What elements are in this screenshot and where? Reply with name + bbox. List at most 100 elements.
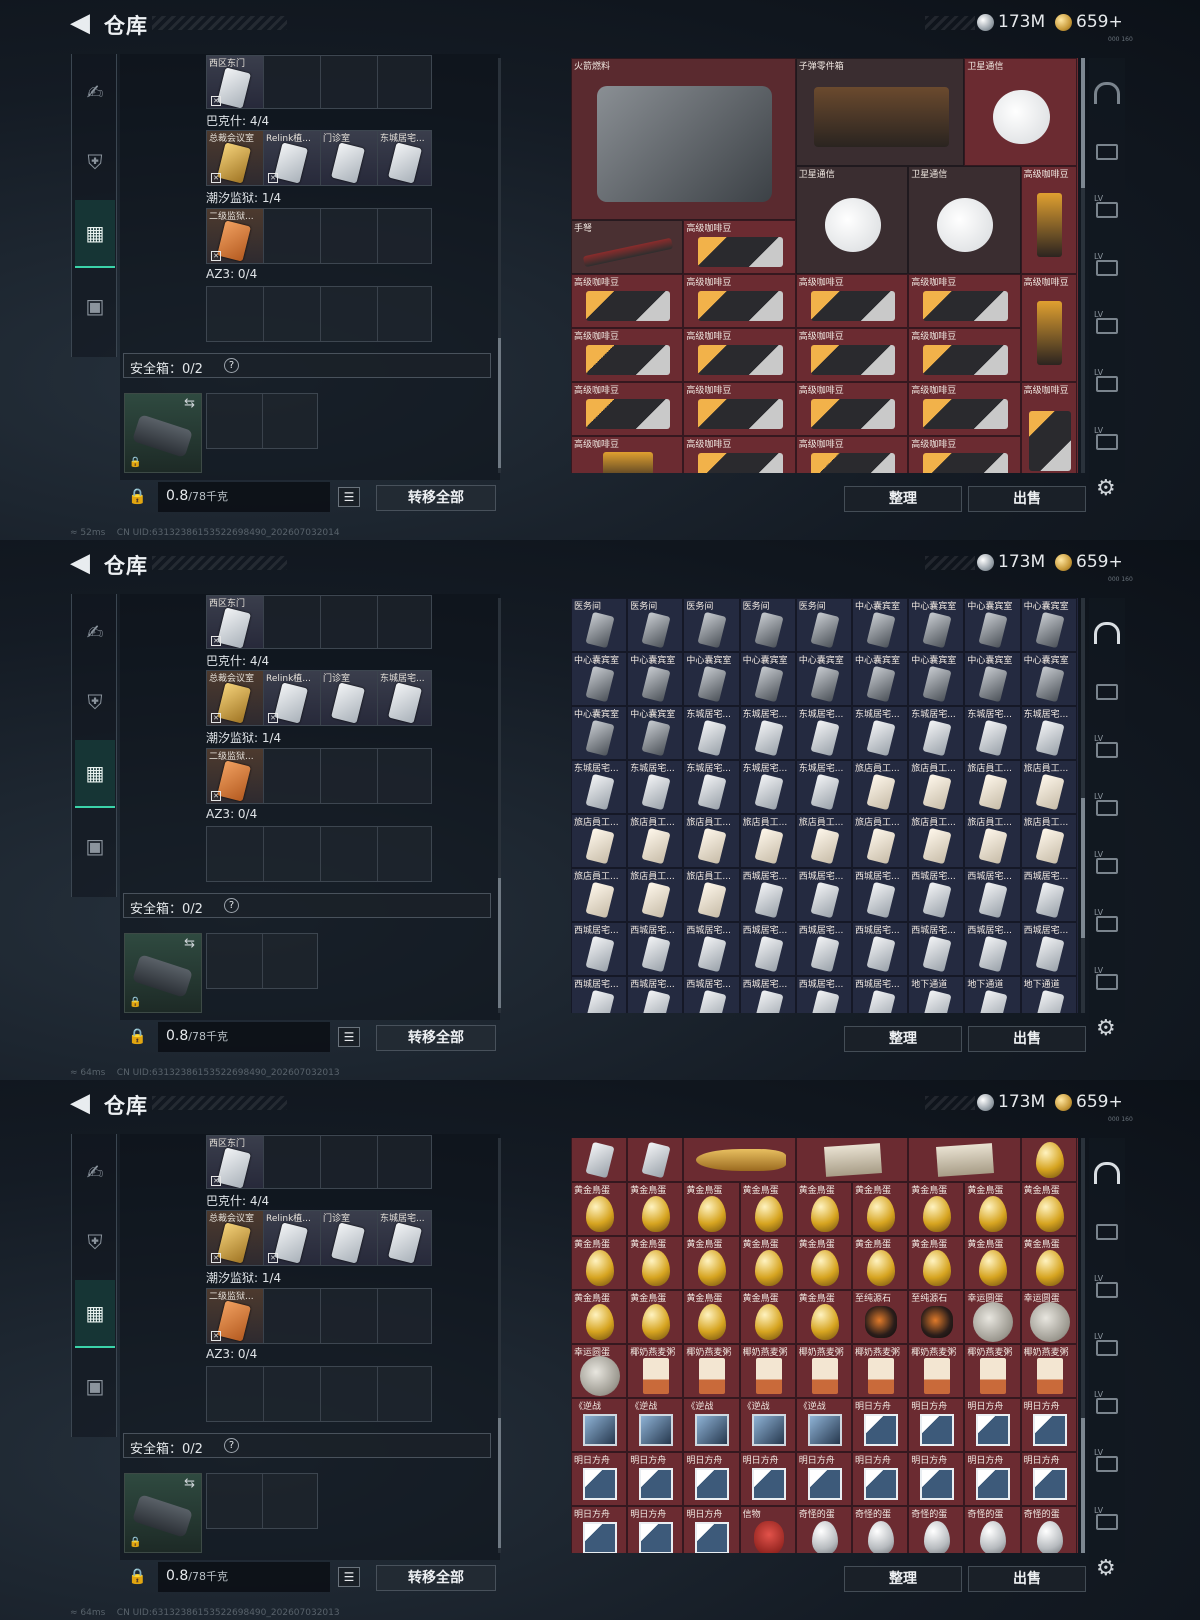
stash-item-cell[interactable]: 黄金鳥蛋 xyxy=(683,1290,740,1344)
stash-item-cell[interactable]: 明日方舟 xyxy=(571,1506,628,1553)
stash-item-cell[interactable]: 旅店員工... xyxy=(627,814,684,868)
empty-cell[interactable] xyxy=(264,1289,321,1343)
stash-item-cell[interactable]: 明日方舟 xyxy=(1020,1452,1077,1506)
stash-page-icon[interactable]: LV xyxy=(1092,1496,1122,1546)
stash-item-cell[interactable]: 明日方舟 xyxy=(1020,1398,1077,1452)
stash-page-icon[interactable]: LV xyxy=(1092,300,1122,350)
stash-page-icon[interactable]: LV xyxy=(1092,358,1122,408)
item-cell[interactable]: 总裁会议室 ✕ xyxy=(207,1211,264,1265)
stash-item-cell[interactable]: 旅店員工... xyxy=(739,814,796,868)
stash-item-cell[interactable]: 旅店員工... xyxy=(1020,814,1077,868)
stash-item-cell[interactable]: 火箭燃料 xyxy=(571,58,796,220)
help-icon[interactable]: ? xyxy=(224,358,239,373)
stash-item-cell[interactable]: 幸运圆蛋 xyxy=(964,1290,1021,1344)
stash-item-cell[interactable]: 高级咖啡豆 xyxy=(908,328,1021,382)
stash-page-icon[interactable] xyxy=(1092,126,1122,176)
sort-button[interactable]: 整理 xyxy=(844,486,962,512)
stash-item-cell[interactable]: 旅店員工... xyxy=(964,760,1021,814)
stash-item-cell[interactable]: 中心囊宾室 xyxy=(1020,652,1077,706)
item-cell[interactable]: 二级监狱... ✕ xyxy=(207,209,264,263)
stash-item-cell[interactable]: 椰奶燕麦粥 xyxy=(627,1344,684,1398)
stash-item-cell[interactable]: 黄金鳥蛋 xyxy=(1020,1236,1077,1290)
weapon-tab-icon[interactable]: ✍ xyxy=(75,58,115,126)
swap-icon[interactable]: ⇆ xyxy=(184,396,195,411)
stash-item-cell[interactable]: 奇怪的蛋 xyxy=(852,1506,909,1553)
item-cell[interactable]: 西区东门 ✕ xyxy=(207,596,264,648)
stash-item-cell[interactable]: 西城居宅... xyxy=(795,976,852,1013)
sell-button[interactable]: 出售 xyxy=(968,486,1086,512)
empty-cell[interactable] xyxy=(321,596,378,648)
stash-item-cell[interactable]: 黄金鳥蛋 xyxy=(964,1182,1021,1236)
transfer-all-button[interactable]: 转移全部 xyxy=(376,1025,496,1051)
stash-item-cell[interactable]: 高级咖啡豆 xyxy=(683,328,796,382)
stash-item-cell[interactable]: 明日方舟 xyxy=(964,1398,1021,1452)
stash-item-cell[interactable]: 《逆战 xyxy=(571,1398,628,1452)
stash-item-cell[interactable]: 明日方舟 xyxy=(964,1452,1021,1506)
stash-item-cell[interactable] xyxy=(908,1138,1021,1182)
stash-item-cell[interactable]: 椰奶燕麦粥 xyxy=(683,1344,740,1398)
sell-button[interactable]: 出售 xyxy=(968,1566,1086,1592)
stash-item-cell[interactable]: 卫星通信 xyxy=(795,166,909,274)
stash-item-cell[interactable]: 黄金鳥蛋 xyxy=(908,1236,965,1290)
loadout-scrollbar[interactable] xyxy=(498,1138,501,1553)
bunker-icon[interactable] xyxy=(1092,1148,1122,1198)
stash-item-cell[interactable]: 旅店員工... xyxy=(908,760,965,814)
stash-item-cell[interactable]: 高级咖啡豆 xyxy=(908,382,1021,436)
item-cell[interactable]: Relink植... ✕ xyxy=(264,131,321,185)
stash-item-cell[interactable]: 黄金鳥蛋 xyxy=(571,1236,628,1290)
safe-case-slot[interactable]: ⇆ 🔒 xyxy=(124,1473,202,1553)
stash-item-cell[interactable]: 旅店員工... xyxy=(1020,760,1077,814)
empty-cell[interactable] xyxy=(321,749,378,803)
stash-item-cell[interactable]: 黄金鳥蛋 xyxy=(795,1290,852,1344)
stash-item-cell[interactable]: 中心囊宾室 xyxy=(964,652,1021,706)
stash-item-cell[interactable]: 高级咖啡豆 xyxy=(683,220,796,274)
stash-item-cell[interactable]: 旅店員工... xyxy=(683,814,740,868)
stash-item-cell[interactable]: 黄金鳥蛋 xyxy=(852,1236,909,1290)
stash-item-cell[interactable]: 明日方舟 xyxy=(852,1398,909,1452)
empty-cell[interactable] xyxy=(321,209,378,263)
empty-cell[interactable] xyxy=(264,56,321,108)
stash-item-cell[interactable]: 至纯源石 xyxy=(852,1290,909,1344)
stash-item-cell[interactable]: 东城居宅... xyxy=(571,760,628,814)
stash-page-icon[interactable]: LV xyxy=(1092,184,1122,234)
lock-icon[interactable]: 🔒 xyxy=(128,1027,147,1045)
stash-item-cell[interactable]: 旅店員工... xyxy=(852,760,909,814)
stash-item-cell[interactable]: 高级咖啡豆 xyxy=(795,382,909,436)
stash-item-cell[interactable]: 西城居宅... xyxy=(1020,868,1077,922)
stash-page-icon[interactable]: LV xyxy=(1092,242,1122,292)
scroll-thumb[interactable] xyxy=(498,338,501,468)
stash-item-cell[interactable]: 黄金鳥蛋 xyxy=(739,1290,796,1344)
empty-cell[interactable] xyxy=(321,1136,378,1188)
item-cell[interactable]: Relink植... ✕ xyxy=(264,671,321,725)
stash-item-cell[interactable]: 黄金鳥蛋 xyxy=(795,1236,852,1290)
stash-item-cell[interactable] xyxy=(683,1138,796,1182)
gear-icon[interactable]: ⚙ xyxy=(1096,1016,1116,1041)
stash-item-cell[interactable]: 高级咖啡豆 xyxy=(795,436,909,473)
stash-item-cell[interactable]: 子弹零件箱 xyxy=(795,58,965,166)
item-cell[interactable]: Relink植... ✕ xyxy=(264,1211,321,1265)
armor-tab-icon[interactable]: ⛨ xyxy=(75,668,115,736)
stash-item-cell[interactable]: 西城居宅... xyxy=(1020,922,1077,976)
stash-scrollbar[interactable] xyxy=(1081,58,1085,473)
stash-item-cell[interactable]: 西城居宅... xyxy=(908,868,965,922)
stash-item-cell[interactable]: 东城居宅... xyxy=(627,760,684,814)
stash-item-cell[interactable]: 高级咖啡豆 xyxy=(795,274,909,328)
stash-item-cell[interactable]: 中心囊宾室 xyxy=(627,652,684,706)
stash-item-cell[interactable]: 地下通道 xyxy=(1020,976,1077,1013)
silver-amount[interactable]: 173M xyxy=(998,1092,1045,1112)
stash-item-cell[interactable]: 地下通道 xyxy=(908,976,965,1013)
stash-item-cell[interactable]: 西城居宅... xyxy=(964,922,1021,976)
stash-item-cell[interactable]: 东城居宅... xyxy=(739,706,796,760)
stash-item-cell[interactable]: 信物 xyxy=(739,1506,796,1553)
empty-cell[interactable] xyxy=(321,287,378,341)
stash-item-cell[interactable]: 旅店員工... xyxy=(627,868,684,922)
item-cell[interactable]: 门诊室 xyxy=(321,131,378,185)
empty-cell[interactable] xyxy=(264,749,321,803)
stash-item-cell[interactable]: 黄金鳥蛋 xyxy=(739,1236,796,1290)
stash-item-cell[interactable]: 高级咖啡豆 xyxy=(908,436,1021,473)
empty-cell[interactable] xyxy=(321,827,378,881)
item-cell[interactable]: 总裁会议室 ✕ xyxy=(207,671,264,725)
scroll-thumb[interactable] xyxy=(1081,798,1085,938)
stash-item-cell[interactable]: 高级咖啡豆 xyxy=(683,436,796,473)
stash-item-cell[interactable]: 西城居宅... xyxy=(627,922,684,976)
